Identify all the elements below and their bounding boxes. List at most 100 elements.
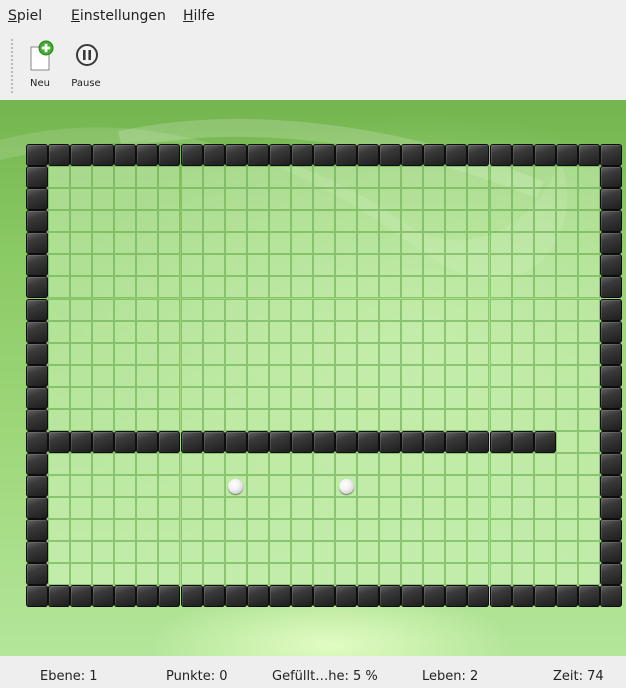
- empty-cell[interactable]: [423, 320, 446, 343]
- empty-cell[interactable]: [268, 541, 291, 564]
- empty-cell[interactable]: [533, 232, 556, 255]
- empty-cell[interactable]: [48, 563, 71, 586]
- empty-cell[interactable]: [224, 276, 247, 299]
- empty-cell[interactable]: [489, 298, 512, 321]
- empty-cell[interactable]: [92, 276, 115, 299]
- empty-cell[interactable]: [290, 166, 313, 189]
- empty-cell[interactable]: [312, 188, 335, 211]
- empty-cell[interactable]: [268, 254, 291, 277]
- empty-cell[interactable]: [489, 276, 512, 299]
- empty-cell[interactable]: [180, 386, 203, 409]
- empty-cell[interactable]: [489, 475, 512, 498]
- empty-cell[interactable]: [357, 276, 380, 299]
- empty-cell[interactable]: [290, 386, 313, 409]
- empty-cell[interactable]: [180, 342, 203, 365]
- empty-cell[interactable]: [246, 254, 269, 277]
- empty-cell[interactable]: [533, 254, 556, 277]
- empty-cell[interactable]: [555, 254, 578, 277]
- empty-cell[interactable]: [445, 497, 468, 520]
- empty-cell[interactable]: [202, 276, 225, 299]
- empty-cell[interactable]: [180, 519, 203, 542]
- empty-cell[interactable]: [158, 276, 181, 299]
- empty-cell[interactable]: [180, 453, 203, 475]
- empty-cell[interactable]: [401, 188, 424, 211]
- empty-cell[interactable]: [202, 298, 225, 321]
- new-game-button[interactable]: Neu: [18, 40, 62, 94]
- empty-cell[interactable]: [533, 364, 556, 387]
- empty-cell[interactable]: [577, 276, 600, 299]
- empty-cell[interactable]: [401, 519, 424, 542]
- empty-cell[interactable]: [489, 210, 512, 233]
- empty-cell[interactable]: [533, 408, 556, 431]
- empty-cell[interactable]: [48, 342, 71, 365]
- empty-cell[interactable]: [114, 408, 137, 431]
- empty-cell[interactable]: [158, 254, 181, 277]
- empty-cell[interactable]: [158, 342, 181, 365]
- empty-cell[interactable]: [533, 342, 556, 365]
- empty-cell[interactable]: [401, 408, 424, 431]
- empty-cell[interactable]: [224, 386, 247, 409]
- empty-cell[interactable]: [268, 232, 291, 255]
- empty-cell[interactable]: [48, 475, 71, 498]
- empty-cell[interactable]: [533, 166, 556, 189]
- empty-cell[interactable]: [202, 254, 225, 277]
- empty-cell[interactable]: [445, 320, 468, 343]
- empty-cell[interactable]: [246, 232, 269, 255]
- empty-cell[interactable]: [114, 320, 137, 343]
- empty-cell[interactable]: [48, 210, 71, 233]
- empty-cell[interactable]: [467, 563, 490, 586]
- empty-cell[interactable]: [335, 497, 357, 520]
- empty-cell[interactable]: [401, 453, 424, 475]
- empty-cell[interactable]: [423, 188, 446, 211]
- empty-cell[interactable]: [246, 188, 269, 211]
- empty-cell[interactable]: [577, 254, 600, 277]
- empty-cell[interactable]: [445, 232, 468, 255]
- empty-cell[interactable]: [555, 166, 578, 189]
- empty-cell[interactable]: [70, 497, 93, 520]
- empty-cell[interactable]: [467, 475, 490, 498]
- empty-cell[interactable]: [467, 320, 490, 343]
- empty-cell[interactable]: [48, 188, 71, 211]
- empty-cell[interactable]: [246, 386, 269, 409]
- empty-cell[interactable]: [423, 563, 446, 586]
- empty-cell[interactable]: [379, 298, 402, 321]
- empty-cell[interactable]: [379, 232, 402, 255]
- empty-cell[interactable]: [335, 320, 357, 343]
- empty-cell[interactable]: [423, 298, 446, 321]
- empty-cell[interactable]: [577, 232, 600, 255]
- empty-cell[interactable]: [467, 276, 490, 299]
- empty-cell[interactable]: [180, 563, 203, 586]
- empty-cell[interactable]: [158, 519, 181, 542]
- empty-cell[interactable]: [224, 342, 247, 365]
- empty-cell[interactable]: [224, 188, 247, 211]
- empty-cell[interactable]: [312, 298, 335, 321]
- empty-cell[interactable]: [224, 166, 247, 189]
- empty-cell[interactable]: [379, 497, 402, 520]
- empty-cell[interactable]: [401, 386, 424, 409]
- empty-cell[interactable]: [312, 497, 335, 520]
- empty-cell[interactable]: [70, 541, 93, 564]
- empty-cell[interactable]: [335, 276, 357, 299]
- empty-cell[interactable]: [577, 298, 600, 321]
- empty-cell[interactable]: [268, 497, 291, 520]
- empty-cell[interactable]: [246, 276, 269, 299]
- empty-cell[interactable]: [158, 541, 181, 564]
- empty-cell[interactable]: [136, 541, 159, 564]
- empty-cell[interactable]: [158, 210, 181, 233]
- empty-cell[interactable]: [533, 563, 556, 586]
- empty-cell[interactable]: [224, 210, 247, 233]
- empty-cell[interactable]: [224, 541, 247, 564]
- empty-cell[interactable]: [202, 232, 225, 255]
- empty-cell[interactable]: [401, 497, 424, 520]
- empty-cell[interactable]: [48, 541, 71, 564]
- empty-cell[interactable]: [158, 188, 181, 211]
- empty-cell[interactable]: [290, 188, 313, 211]
- empty-cell[interactable]: [533, 497, 556, 520]
- empty-cell[interactable]: [114, 232, 137, 255]
- empty-cell[interactable]: [511, 453, 534, 475]
- empty-cell[interactable]: [312, 563, 335, 586]
- empty-cell[interactable]: [379, 475, 402, 498]
- empty-cell[interactable]: [268, 408, 291, 431]
- empty-cell[interactable]: [70, 475, 93, 498]
- empty-cell[interactable]: [489, 386, 512, 409]
